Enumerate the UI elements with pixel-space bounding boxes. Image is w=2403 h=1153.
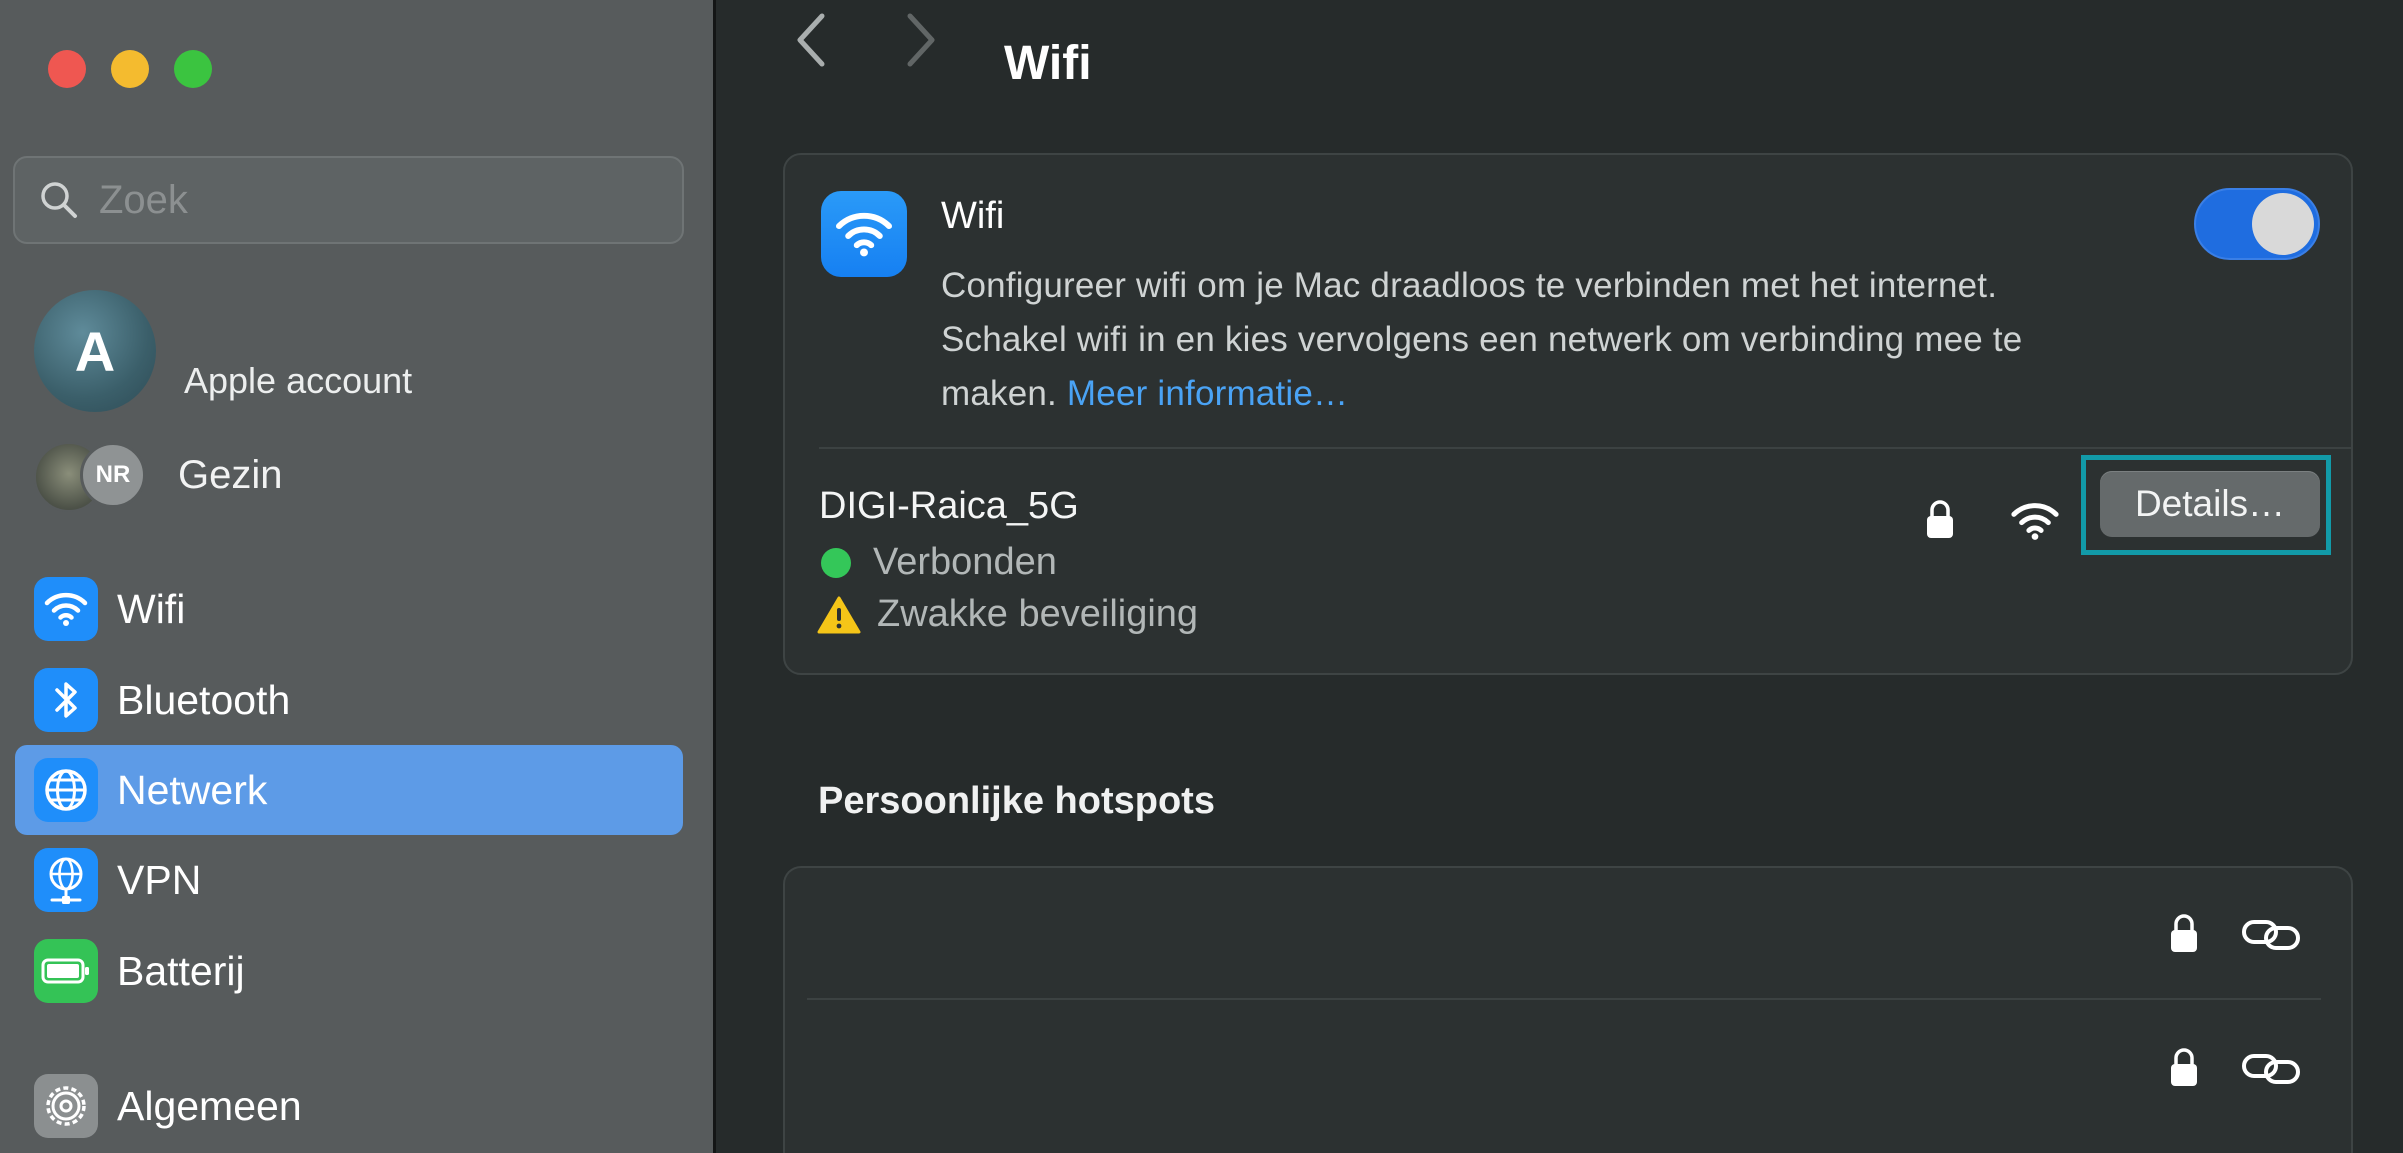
maximize-window-button[interactable]: [174, 50, 212, 88]
sidebar-item-wifi[interactable]: Wifi: [15, 564, 683, 654]
gear-icon: [34, 1074, 98, 1138]
vpn-globe-icon: [34, 848, 98, 912]
search-icon: [41, 182, 77, 218]
wifi-description-line: Configureer wifi om je Mac draadloos te …: [941, 266, 1998, 305]
wifi-signal-icon: [2011, 503, 2059, 540]
sidebar-item-label: Batterij: [117, 947, 245, 994]
network-name: DIGI-Raica_5G: [819, 485, 1079, 527]
traffic-lights: [48, 50, 212, 88]
globe-icon: [34, 758, 98, 822]
hotspots-section-title: Persoonlijke hotspots: [818, 780, 1215, 822]
hotspot-row[interactable]: [807, 868, 2321, 998]
sidebar: A Apple account NR Gezin Wif: [0, 0, 716, 1153]
sidebar-item-label: Netwerk: [117, 766, 268, 813]
apple-account-label: Apple account: [184, 360, 413, 401]
warning-icon: [817, 596, 861, 633]
wifi-card: Wifi Configureer wifi om je Mac draadloo…: [783, 153, 2353, 675]
security-warning: Zwakke beveiliging: [817, 593, 1199, 636]
wifi-description-end: maken.: [941, 374, 1057, 413]
bluetooth-icon: [34, 668, 98, 732]
close-window-button[interactable]: [48, 50, 86, 88]
page-title: Wifi: [1004, 37, 1092, 90]
connection-status-label: Verbonden: [873, 541, 1057, 583]
search-field[interactable]: [13, 156, 684, 244]
sidebar-item-vpn[interactable]: VPN: [15, 835, 683, 925]
lock-icon: [2171, 914, 2197, 952]
hotspot-row[interactable]: [807, 998, 2321, 1130]
wifi-description: Configureer wifi om je Mac draadloos te …: [941, 259, 2121, 421]
wifi-description-line: Schakel wifi in en kies vervolgens een n…: [941, 320, 2023, 359]
back-button[interactable]: [786, 0, 836, 80]
family-member-initials-avatar: NR: [80, 442, 146, 508]
wifi-icon: [34, 577, 98, 641]
wifi-toggle[interactable]: [2194, 188, 2320, 260]
sidebar-item-label: VPN: [117, 856, 202, 903]
personal-hotspot-link-icon: [2242, 1054, 2300, 1084]
more-info-link[interactable]: Meer informatie…: [1067, 374, 1348, 413]
sidebar-item-bluetooth[interactable]: Bluetooth: [15, 655, 683, 745]
personal-hotspot-link-icon: [2242, 920, 2300, 950]
family-label: Gezin: [178, 452, 283, 497]
security-warning-label: Zwakke beveiliging: [877, 593, 1199, 635]
wifi-description-line: maken. Meer informatie…: [941, 367, 2121, 421]
sidebar-item-netwerk[interactable]: Netwerk: [15, 745, 683, 835]
sidebar-item-label: Algemeen: [117, 1082, 302, 1129]
connection-status: Verbonden: [821, 541, 1057, 584]
connected-dot-icon: [821, 547, 851, 578]
sidebar-item-label: Bluetooth: [117, 676, 291, 723]
divider: [819, 447, 2351, 449]
apple-account-item[interactable]: A Apple account: [34, 290, 412, 412]
lock-icon: [2171, 1048, 2197, 1086]
sidebar-item-batterij[interactable]: Batterij: [15, 926, 683, 1016]
lock-icon: [1927, 500, 1953, 538]
toggle-knob: [2252, 193, 2314, 255]
wifi-icon: [821, 191, 907, 277]
battery-icon: [34, 939, 98, 1003]
family-avatars: NR: [34, 440, 154, 512]
details-button[interactable]: Details…: [2100, 471, 2320, 537]
search-input[interactable]: [97, 176, 661, 224]
sidebar-item-algemeen[interactable]: Algemeen: [15, 1061, 683, 1151]
minimize-window-button[interactable]: [111, 50, 149, 88]
family-item[interactable]: NR Gezin: [34, 440, 283, 512]
avatar: A: [34, 290, 156, 412]
sidebar-item-label: Wifi: [117, 585, 186, 632]
hotspots-card: [783, 866, 2353, 1153]
forward-button[interactable]: [896, 0, 946, 80]
wifi-card-title: Wifi: [941, 195, 1005, 237]
